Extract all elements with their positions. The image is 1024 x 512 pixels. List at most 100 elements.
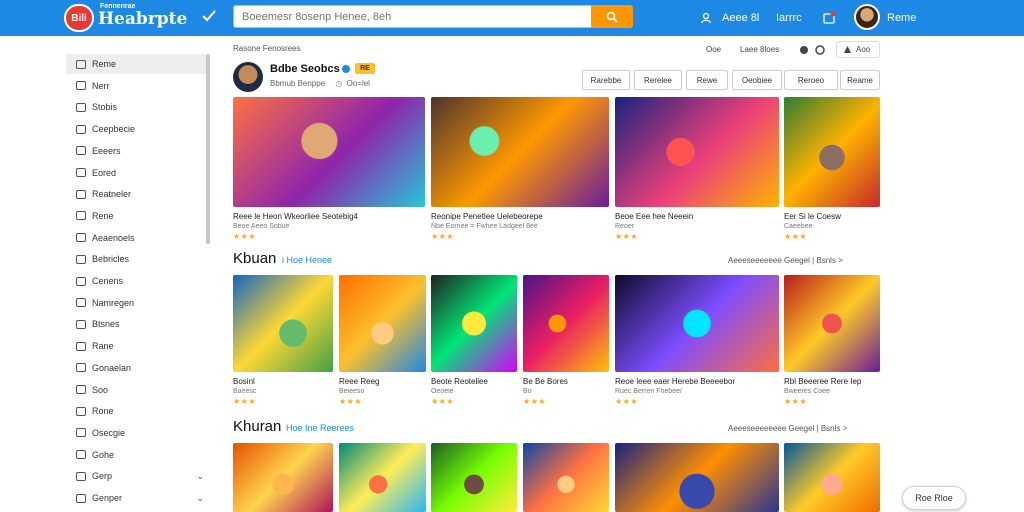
sidebar-item[interactable]: Gerp ⌄ [66, 466, 206, 486]
sidebar-item-label: Nerr [92, 80, 110, 91]
game-thumbnail[interactable] [233, 443, 333, 512]
sidebar-item-label: Btsnes [92, 319, 120, 330]
game-thumbnail[interactable] [431, 443, 517, 512]
sidebar-item-label: Soo [92, 384, 109, 395]
sidebar-item[interactable]: Namregen [66, 293, 206, 313]
floating-action-button[interactable]: Roe Rloe [902, 486, 966, 510]
game-thumbnail[interactable] [523, 443, 609, 512]
card-title[interactable]: Reee Reeg [339, 377, 426, 386]
logo-badge[interactable]: Bili [64, 4, 94, 32]
sidebar-item[interactable]: Gohe [66, 445, 206, 465]
sort-chip[interactable]: Laee 8loes [734, 41, 792, 58]
sidebar-item[interactable]: Rone [66, 401, 206, 421]
profile-link[interactable]: Reme [887, 0, 916, 36]
bell-icon [823, 11, 836, 24]
sidebar-item[interactable]: Osecgie [66, 423, 206, 443]
bookmark-icon [76, 168, 86, 177]
game-thumbnail[interactable] [431, 275, 517, 372]
filter-chip[interactable]: Rarebbe [582, 70, 630, 90]
filter-chip[interactable]: Reroeo [784, 70, 838, 90]
card-title[interactable]: Reee le Heon Wkeorliee Seotebig4 [233, 212, 425, 221]
sidebar-item[interactable]: Rene [66, 206, 206, 226]
sidebar-item[interactable]: Gonaelan [66, 358, 206, 378]
search-input[interactable] [242, 8, 592, 26]
filter-chip[interactable]: Reame [840, 70, 880, 90]
game-thumbnail[interactable] [784, 443, 880, 512]
filter-chip[interactable]: Oeobiee [732, 70, 782, 90]
sidebar-item[interactable]: Aeaenoels [66, 228, 206, 248]
chevron-down-icon[interactable]: ⌄ [196, 493, 204, 504]
card-title[interactable]: Reoe leee eaer Herebe Beeeebor [615, 377, 779, 386]
sidebar-item[interactable]: Ceepbecie [66, 119, 206, 139]
search-button[interactable] [591, 5, 633, 28]
game-thumbnail[interactable] [784, 275, 880, 372]
card-title[interactable]: Reonipe Penetlee Uelebeorepe [431, 212, 609, 221]
sidebar-item[interactable]: Cenens [66, 271, 206, 291]
card-title[interactable]: Beoe Eee hee Neeein [615, 212, 779, 221]
notifications-button[interactable] [822, 0, 836, 36]
game-thumbnail[interactable] [431, 97, 609, 207]
card-title[interactable]: Eer Si le Coesw [784, 212, 880, 221]
sidebar-item-label: Osecgie [92, 427, 126, 438]
rating-stars: ★★★ [784, 232, 808, 241]
sidebar-item-label: Gonaelan [92, 362, 132, 373]
account-link[interactable]: Aeee 8l [700, 0, 759, 36]
section-subtitle[interactable]: i Hoe Henee [282, 255, 332, 265]
chevron-down-icon[interactable]: ⌄ [196, 471, 204, 482]
game-thumbnail[interactable] [523, 275, 609, 372]
game-thumbnail[interactable] [615, 275, 779, 372]
sidebar-item-label: Genper [92, 493, 123, 503]
check-icon[interactable] [200, 7, 218, 25]
sidebar-item[interactable]: Soo [66, 380, 206, 400]
star-icon [76, 189, 86, 199]
card-title[interactable]: Bosinl [233, 377, 333, 386]
game-thumbnail[interactable] [615, 443, 779, 512]
game-thumbnail[interactable] [784, 97, 880, 207]
sidebar-item[interactable]: Genper ⌄ [66, 488, 206, 508]
card-subtitle: Beoe Aeeo Sobue [233, 223, 290, 230]
sidebar-scrollbar[interactable] [206, 54, 210, 244]
grid-icon [76, 102, 86, 112]
card-subtitle: Oeoeie [431, 388, 454, 395]
sidebar-item[interactable]: Btsnes [66, 314, 206, 334]
box-icon [76, 276, 86, 286]
sidebar-item[interactable]: Eeeers [66, 141, 206, 161]
upload-label: Aoo [856, 45, 871, 54]
settings-icon [76, 428, 86, 438]
sidebar-item[interactable]: Eored [66, 163, 206, 183]
sidebar-item-label: Namregen [92, 297, 135, 308]
card-title[interactable]: Rbl Beeeree Rere Iep [784, 377, 880, 386]
section-title: Khuran [233, 418, 282, 435]
sidebar-item[interactable]: Rane [66, 336, 206, 356]
sidebar-item[interactable]: Bebricles [66, 249, 206, 269]
game-thumbnail[interactable] [339, 443, 426, 512]
site-logo[interactable]: Heabrpte [98, 9, 187, 29]
game-thumbnail[interactable] [233, 275, 333, 372]
library-link[interactable]: Iarrrc [776, 0, 802, 36]
option-chip[interactable]: Ooe [700, 41, 730, 58]
sidebar-item[interactable]: Nerr [66, 76, 206, 96]
see-all-link[interactable]: Aeeeseeeeeeee Geegel | Bsnls > [728, 424, 847, 433]
game-thumbnail[interactable] [615, 97, 779, 207]
category-icon [76, 124, 86, 134]
game-thumbnail[interactable] [233, 97, 425, 207]
avatar[interactable] [854, 4, 880, 30]
sidebar-item[interactable]: Stobis [66, 97, 206, 117]
toggle-icon[interactable] [798, 44, 828, 56]
filter-chip[interactable]: Rewe [686, 70, 728, 90]
profile-label: Reme [887, 12, 917, 24]
channel-name[interactable]: Bdbe Seobcs [270, 63, 340, 75]
sidebar-item-label: Rone [92, 406, 114, 417]
sidebar-item[interactable]: Reme [66, 54, 206, 74]
channel-meta-text: Bbmub Benppe [270, 79, 326, 88]
filter-chip[interactable]: Rerelee [634, 70, 682, 90]
card-title[interactable]: Be Be Bores [523, 377, 609, 386]
see-all-link[interactable]: Aeeeseeeeeee Geegel | Bsnls > [728, 256, 843, 265]
channel-avatar[interactable] [233, 62, 263, 92]
section-subtitle[interactable]: Hoe Ine Reerees [286, 423, 354, 433]
game-thumbnail[interactable] [339, 275, 426, 372]
rating-stars: ★★★ [784, 397, 808, 406]
sidebar-item[interactable]: Reatneler [66, 184, 206, 204]
card-title[interactable]: Beote Reoteliee [431, 377, 517, 386]
upload-button[interactable]: Aoo [836, 41, 880, 58]
